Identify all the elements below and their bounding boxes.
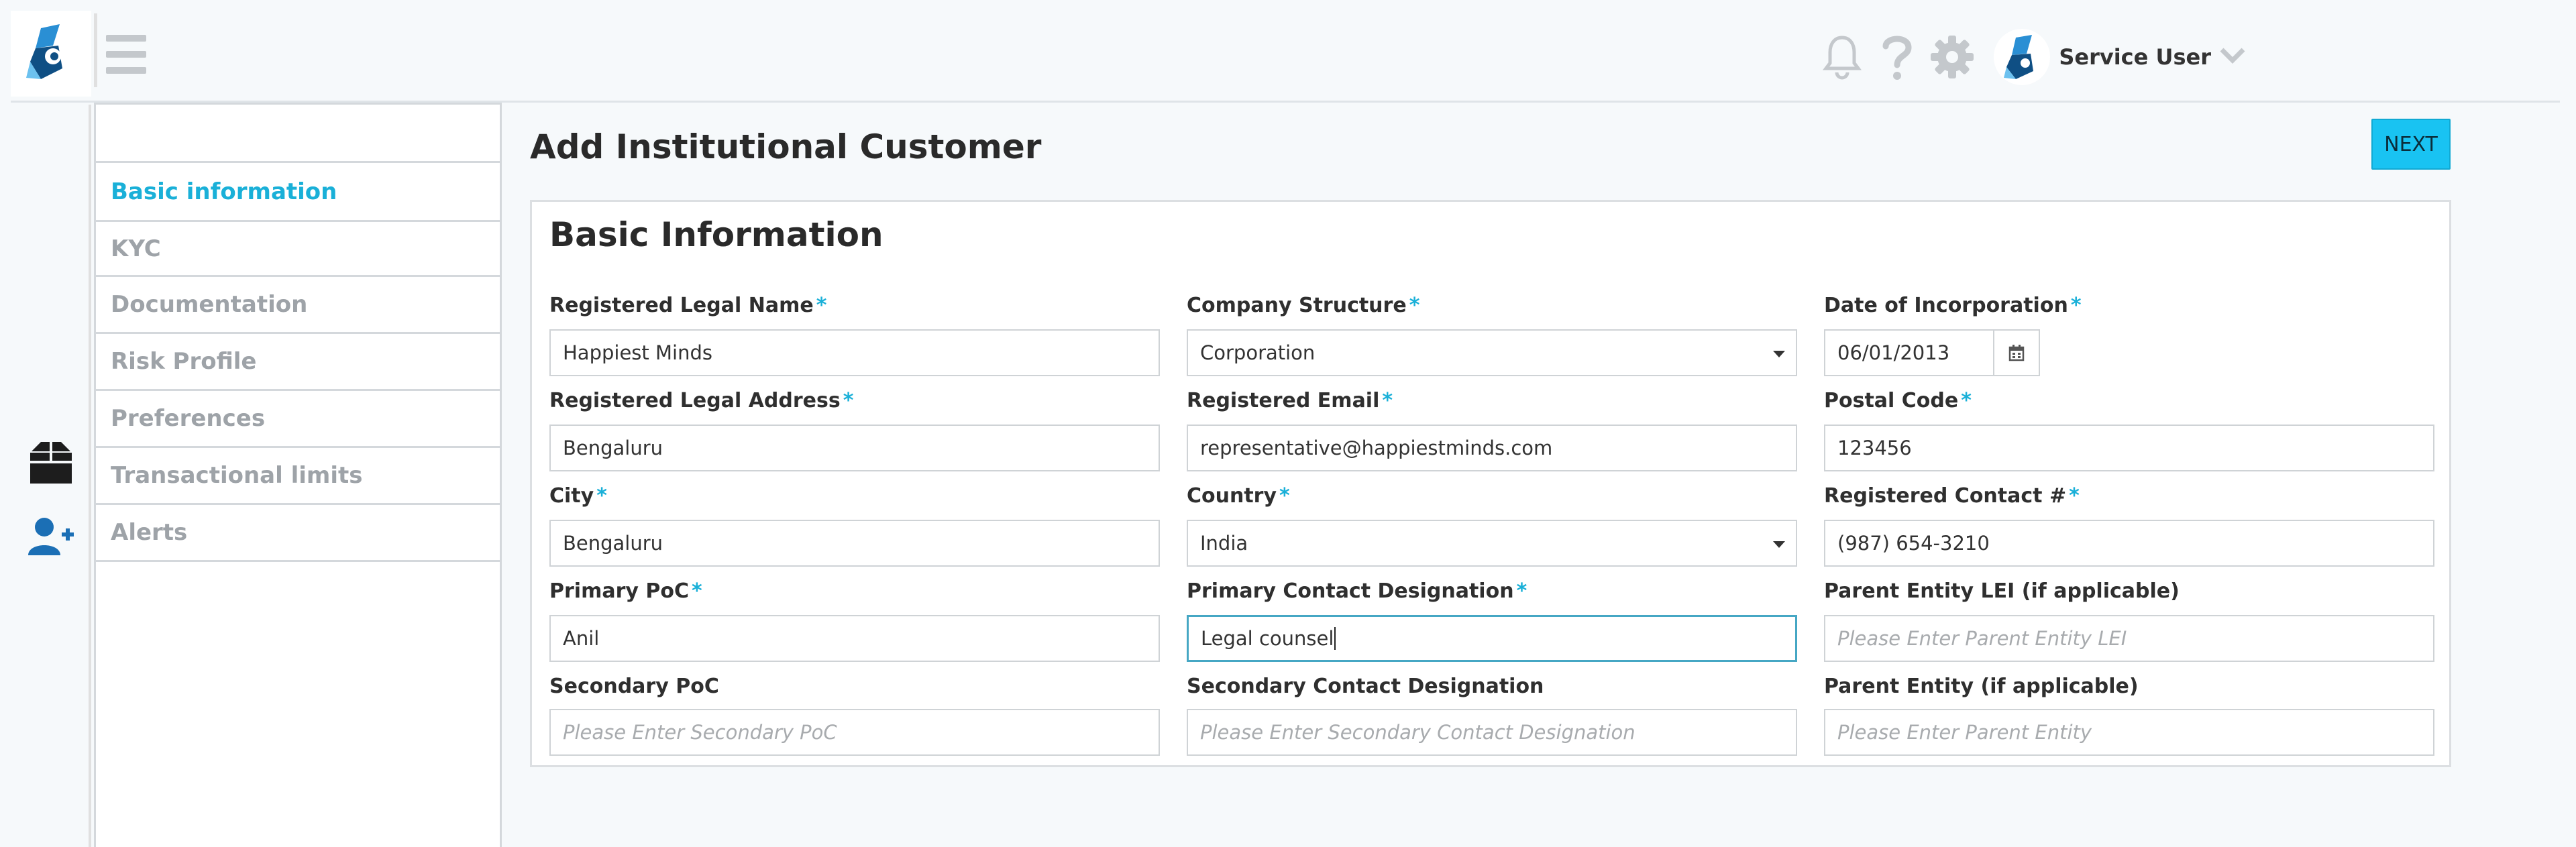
contact-number-input[interactable]: (987) 654-3210 — [1824, 520, 2434, 567]
header-actions: Service User — [1815, 27, 2560, 87]
country-label: Country * — [1187, 484, 1290, 508]
chevron-down-icon[interactable] — [2219, 47, 2246, 67]
legal-address-input[interactable]: Bengaluru — [549, 425, 1160, 471]
legal-name-label: Registered Legal Name * — [549, 294, 827, 317]
step-transactional-limits[interactable]: Transactional limits — [96, 448, 500, 505]
legal-name-input[interactable]: Happiest Minds — [549, 329, 1160, 376]
step-risk-profile[interactable]: Risk Profile — [96, 334, 500, 391]
next-button[interactable]: NEXT — [2371, 119, 2451, 170]
parent-entity-input[interactable]: Please Enter Parent Entity — [1824, 709, 2434, 756]
secondary-poc-label: Secondary PoC — [549, 675, 719, 698]
text-cursor — [1334, 627, 1336, 650]
dropdown-caret-icon — [1773, 351, 1785, 357]
add-user-icon[interactable] — [25, 511, 76, 562]
hamburger-icon[interactable] — [106, 35, 146, 83]
dropdown-caret-icon — [1773, 541, 1785, 548]
incorporation-date-label: Date of Incorporation * — [1824, 294, 2082, 317]
app-logo[interactable] — [11, 11, 91, 97]
sidebar-header-blank — [96, 103, 502, 163]
country-select[interactable]: India — [1187, 520, 1797, 567]
company-structure-value: Corporation — [1200, 341, 1316, 364]
step-alerts[interactable]: Alerts — [96, 505, 500, 562]
help-icon[interactable] — [1870, 30, 1925, 84]
postal-code-label: Postal Code * — [1824, 389, 1972, 412]
contact-number-label: Registered Contact # * — [1824, 484, 2080, 508]
primary-designation-value: Legal counsel — [1201, 627, 1334, 650]
primary-designation-label: Primary Contact Designation * — [1187, 579, 1527, 603]
parent-entity-label: Parent Entity (if applicable) — [1824, 675, 2139, 698]
incorporation-date-input[interactable]: 06/01/2013 — [1824, 329, 2040, 376]
gear-icon[interactable] — [1925, 30, 1980, 84]
step-kyc[interactable]: KYC — [96, 220, 500, 277]
header-divider — [94, 13, 107, 87]
basic-information-panel: Basic Information Registered Legal Name *… — [530, 200, 2451, 767]
page-title: Add Institutional Customer — [530, 127, 1042, 166]
parent-lei-label: Parent Entity LEI (if applicable) — [1824, 579, 2180, 603]
secondary-poc-input[interactable]: Please Enter Secondary PoC — [549, 709, 1160, 756]
secondary-designation-input[interactable]: Please Enter Secondary Contact Designati… — [1187, 709, 1797, 756]
incorporation-date-value: 06/01/2013 — [1837, 341, 1950, 364]
country-value: India — [1200, 532, 1248, 555]
primary-poc-label: Primary PoC * — [549, 579, 702, 603]
app-logo-icon — [26, 24, 62, 79]
user-name[interactable]: Service User — [2059, 44, 2211, 70]
left-rail — [11, 105, 91, 847]
bell-icon[interactable] — [1815, 30, 1870, 84]
legal-address-label: Registered Legal Address * — [549, 389, 854, 412]
user-avatar-icon[interactable] — [1992, 27, 2052, 87]
city-label: City * — [549, 484, 607, 508]
form-title: Basic Information — [549, 215, 883, 254]
postal-code-input[interactable]: 123456 — [1824, 425, 2434, 471]
calendar-icon[interactable] — [1993, 331, 2039, 375]
primary-poc-input[interactable]: Anil — [549, 615, 1160, 662]
primary-designation-input[interactable]: Legal counsel — [1187, 615, 1797, 662]
steps-sidebar: Basic information KYC Documentation Risk… — [94, 103, 502, 847]
company-structure-select[interactable]: Corporation — [1187, 329, 1797, 376]
products-box-icon[interactable] — [25, 437, 76, 488]
step-basic-information[interactable]: Basic information — [96, 163, 500, 220]
company-structure-label: Company Structure * — [1187, 294, 1420, 317]
step-documentation[interactable]: Documentation — [96, 277, 500, 334]
secondary-designation-label: Secondary Contact Designation — [1187, 675, 1544, 698]
parent-lei-input[interactable]: Please Enter Parent Entity LEI — [1824, 615, 2434, 662]
top-header: Service User — [11, 0, 2560, 103]
registered-email-input[interactable]: representative@happiestminds.com — [1187, 425, 1797, 471]
registered-email-label: Registered Email * — [1187, 389, 1393, 412]
step-preferences[interactable]: Preferences — [96, 391, 500, 448]
city-input[interactable]: Bengaluru — [549, 520, 1160, 567]
